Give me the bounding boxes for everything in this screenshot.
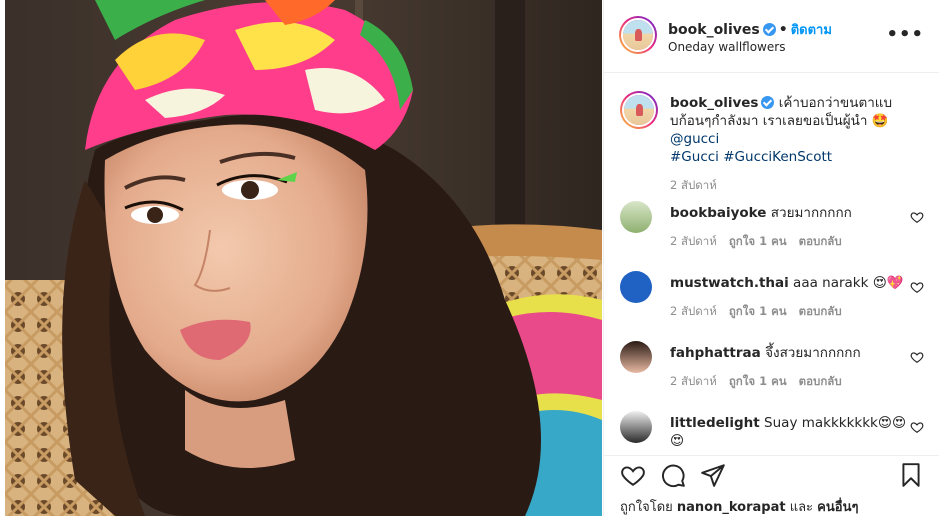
more-options-icon[interactable]: ••• [886,26,924,44]
comment-username[interactable]: fahphattraa [670,345,761,361]
caption-time[interactable]: 2 สัปดาห์ [670,176,920,194]
comment-meta: 2 สัปดาห์ ถูกใจ 1 คน ตอบกลับ [670,373,854,391]
comment-body: สวยมากกกกก [770,205,852,221]
author-name-row: book_olives • ติดตาม [668,19,832,40]
comment-avatar[interactable] [620,411,652,443]
comment-time[interactable]: 2 สัปดาห์ [670,234,717,248]
verified-badge-icon [761,96,775,109]
comment-username[interactable]: littledelight [670,415,760,431]
comment-meta: 2 สัปดาห์ ถูกใจ 1 คน ตอบกลับ [670,233,854,251]
comment-item: fahphattraa จึ้งสวยมากกกกก 2 สัปดาห์ ถูกใ… [620,341,924,397]
save-bookmark-icon[interactable] [898,462,924,488]
caption-hashtag[interactable]: #Gucci [670,149,719,165]
portrait-image [5,0,602,516]
post-actions: ถูกใจโดย nanon_korapat และ คนอื่นๆ [604,455,939,516]
like-comment-heart-icon[interactable] [910,280,924,294]
likes-others[interactable]: คนอื่นๆ [817,500,858,515]
separator-dot: • [778,22,788,38]
caption-hashtag[interactable]: #GucciKenScott [723,149,832,165]
comment-time[interactable]: 2 สัปดาห์ [670,304,717,318]
comment-likes[interactable]: ถูกใจ 1 คน [729,234,787,248]
comment-bubble-icon[interactable] [660,462,686,488]
likes-conj: และ [789,500,814,515]
caption-mention[interactable]: @gucci [670,131,719,147]
like-comment-heart-icon[interactable] [910,210,924,224]
comment-text: littledelight Suay makkkkkkk😍😍😍 [670,414,910,450]
like-heart-icon[interactable] [620,462,646,488]
post-dialog: book_olives • ติดตาม Oneday wallflowers ••… [0,0,939,516]
post-header: book_olives • ติดตาม Oneday wallflowers ••… [604,0,939,73]
comment-text: fahphattraa จึ้งสวยมากกกกก [670,344,910,362]
comment-body: จึ้งสวยมากกกกก [765,345,861,361]
comment-username[interactable]: mustwatch.thai [670,275,789,291]
likes-user[interactable]: nanon_korapat [677,500,786,515]
comment-avatar[interactable] [620,341,652,373]
comment-time[interactable]: 2 สัปดาห์ [670,374,717,388]
caption-text: book_olives เค้าบอกว่าขนตาแบบก้อนๆกำลังม… [670,94,920,194]
like-comment-heart-icon[interactable] [910,420,924,434]
post-photo[interactable] [5,0,602,516]
reply-button[interactable]: ตอบกลับ [799,304,842,318]
follow-button[interactable]: ติดตาม [791,23,832,38]
comment-likes[interactable]: ถูกใจ 1 คน [729,374,787,388]
comment-text: bookbaiyoke สวยมากกกกก [670,204,910,222]
comments-list[interactable]: book_olives เค้าบอกว่าขนตาแบบก้อนๆกำลังม… [604,73,939,455]
comment-item: bookbaiyoke สวยมากกกกก 2 สัปดาห์ ถูกใจ 1 … [620,201,924,257]
author-username[interactable]: book_olives [668,22,760,38]
comment-likes[interactable]: ถูกใจ 1 คน [729,304,787,318]
author-avatar[interactable] [619,16,657,54]
verified-badge-icon [762,23,776,36]
comment-item: littledelight Suay makkkkkkk😍😍😍 [620,411,924,455]
like-comment-heart-icon[interactable] [910,350,924,364]
comment-avatar[interactable] [620,201,652,233]
likes-summary: ถูกใจโดย nanon_korapat และ คนอื่นๆ [620,496,858,516]
comment-item: mustwatch.thai aaa narakk 😍💖 2 สัปดาห์ ถู… [620,271,924,327]
likes-prefix: ถูกใจโดย [620,500,673,515]
share-send-icon[interactable] [700,462,726,488]
reply-button[interactable]: ตอบกลับ [799,234,842,248]
caption-avatar[interactable] [620,91,658,129]
comment-text: mustwatch.thai aaa narakk 😍💖 [670,274,910,292]
comment-body: aaa narakk 😍💖 [793,275,904,291]
comment-username[interactable]: bookbaiyoke [670,205,766,221]
post-sidebar: book_olives • ติดตาม Oneday wallflowers ••… [603,0,939,516]
reply-button[interactable]: ตอบกลับ [799,374,842,388]
comment-meta: 2 สัปดาห์ ถูกใจ 1 คน ตอบกลับ [670,303,854,321]
author-location[interactable]: Oneday wallflowers [668,40,785,54]
caption-username[interactable]: book_olives [670,95,758,111]
comment-avatar[interactable] [620,271,652,303]
